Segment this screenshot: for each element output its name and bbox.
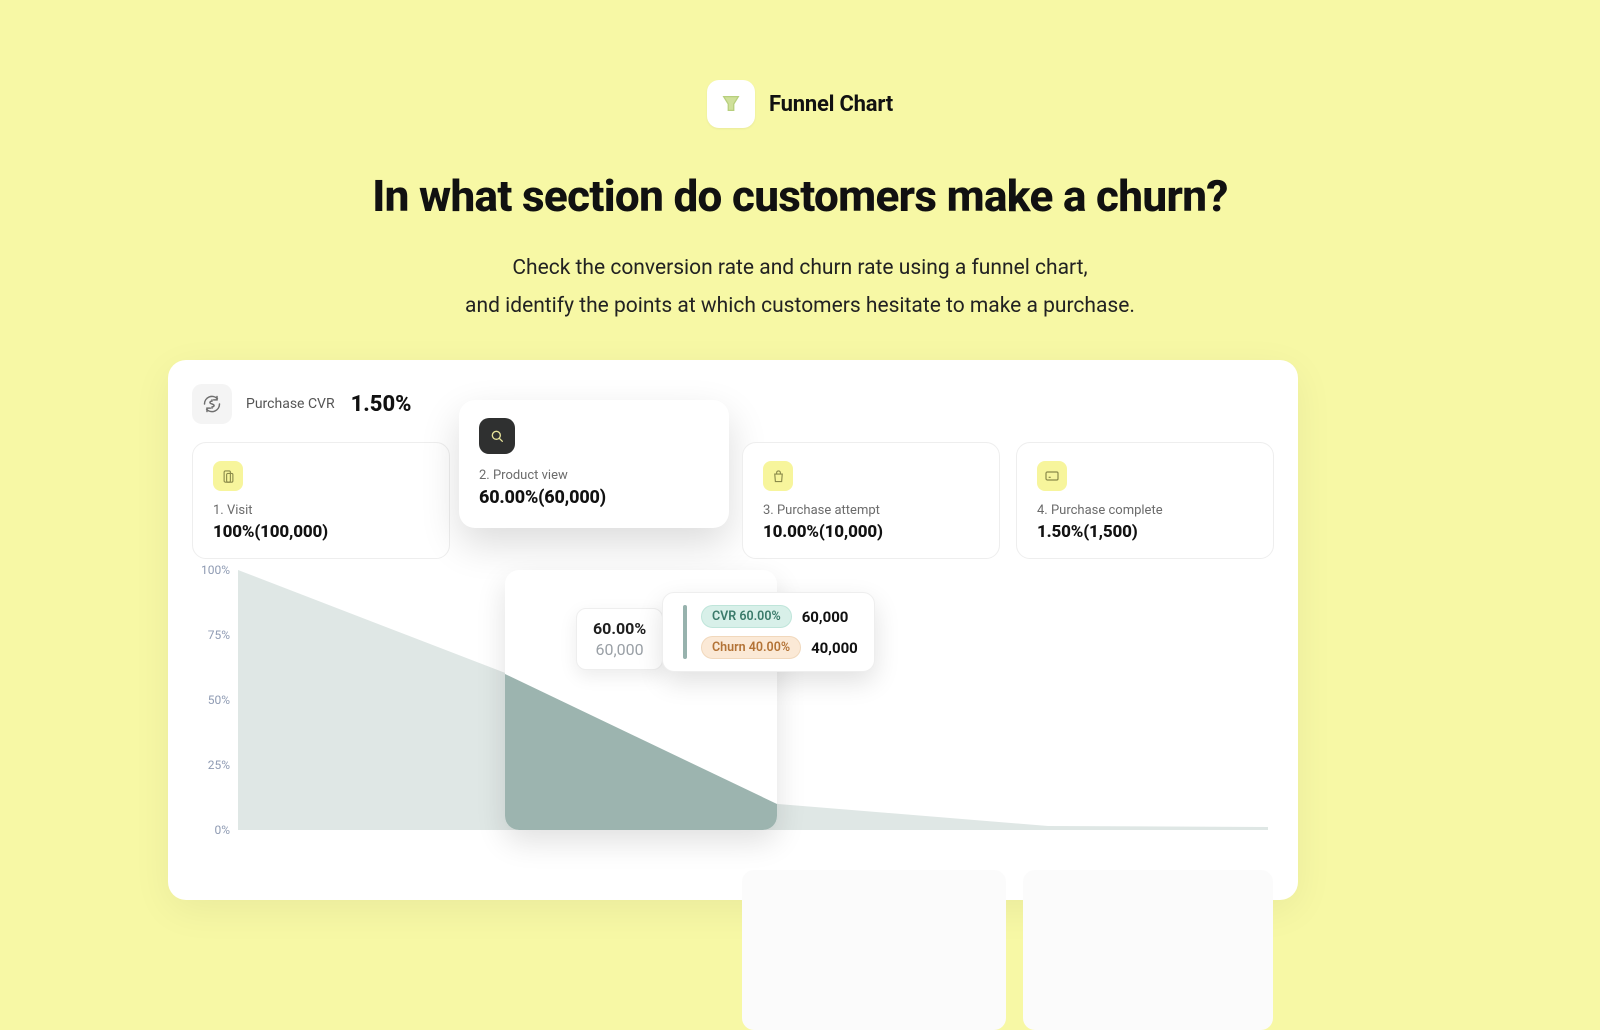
hero-badge: Funnel Chart: [707, 80, 893, 128]
tooltip-row-cvr: CVR 60.00% 60,000: [701, 605, 858, 628]
refresh-dollar-icon: [192, 384, 232, 424]
y-tick: 100%: [201, 563, 230, 577]
hero: Funnel Chart In what section do customer…: [0, 0, 1600, 326]
stage4-highlight-box: [1023, 870, 1273, 1030]
stage-label: 1. Visit: [213, 503, 429, 518]
hero-sub-line2: and identify the points at which custome…: [465, 294, 1135, 318]
stage-label: 4. Purchase complete: [1037, 503, 1253, 518]
stage-card-purchase-attempt[interactable]: 3. Purchase attempt 10.00%(10,000): [742, 442, 1000, 559]
bag-icon: [763, 461, 793, 491]
stage-value: 60.00%(60,000): [479, 487, 709, 508]
stage-label: 2. Product view: [479, 468, 709, 483]
funnel-icon: [707, 80, 755, 128]
y-tick: 25%: [208, 758, 230, 772]
stage-value: 1.50%(1,500): [1037, 522, 1253, 542]
hero-headline: In what section do customers make a chur…: [0, 170, 1600, 222]
tooltip-simple: 60.00% 60,000: [576, 608, 663, 670]
stage3-highlight-box: [742, 870, 1006, 1030]
hero-sub-line1: Check the conversion rate and churn rate…: [512, 256, 1087, 280]
tooltip-row-churn: Churn 40.00% 40,000: [701, 636, 858, 659]
purchase-cvr-value: 1.50%: [351, 392, 412, 417]
stage-label: 3. Purchase attempt: [763, 503, 979, 518]
tooltip-count: 60,000: [593, 640, 646, 659]
hero-subcopy: Check the conversion rate and churn rate…: [0, 250, 1600, 326]
tooltip-pct: 60.00%: [593, 619, 646, 638]
card-icon: [1037, 461, 1067, 491]
y-axis: 100% 75% 50% 25% 0%: [170, 570, 230, 830]
cvr-pill: CVR 60.00%: [701, 605, 792, 628]
stage-card-visit[interactable]: 1. Visit 100%(100,000): [192, 442, 450, 559]
search-icon: [479, 418, 515, 454]
visit-icon: [213, 461, 243, 491]
y-tick: 0%: [214, 823, 230, 837]
churn-count: 40,000: [811, 639, 858, 657]
stage-value: 100%(100,000): [213, 522, 429, 542]
cvr-count: 60,000: [802, 608, 849, 626]
funnel-panel: Purchase CVR 1.50% 1. Visit 100%(100,000…: [168, 360, 1298, 900]
purchase-cvr-label: Purchase CVR: [246, 396, 335, 412]
hero-badge-title: Funnel Chart: [769, 92, 893, 117]
churn-pill: Churn 40.00%: [701, 636, 801, 659]
stage-card-product-view[interactable]: 2. Product view 60.00%(60,000): [459, 400, 729, 528]
stage-card-purchase-complete[interactable]: 4. Purchase complete 1.50%(1,500): [1016, 442, 1274, 559]
purchase-cvr-summary: Purchase CVR 1.50%: [192, 384, 1274, 424]
tooltip-detail: CVR 60.00% 60,000 Churn 40.00% 40,000: [662, 592, 875, 672]
y-tick: 75%: [208, 628, 230, 642]
stage-cards: 1. Visit 100%(100,000) 2. Product view 6…: [192, 442, 1274, 572]
tooltip-accent-bar: [683, 605, 687, 659]
y-tick: 50%: [208, 693, 230, 707]
stage-value: 10.00%(10,000): [763, 522, 979, 542]
